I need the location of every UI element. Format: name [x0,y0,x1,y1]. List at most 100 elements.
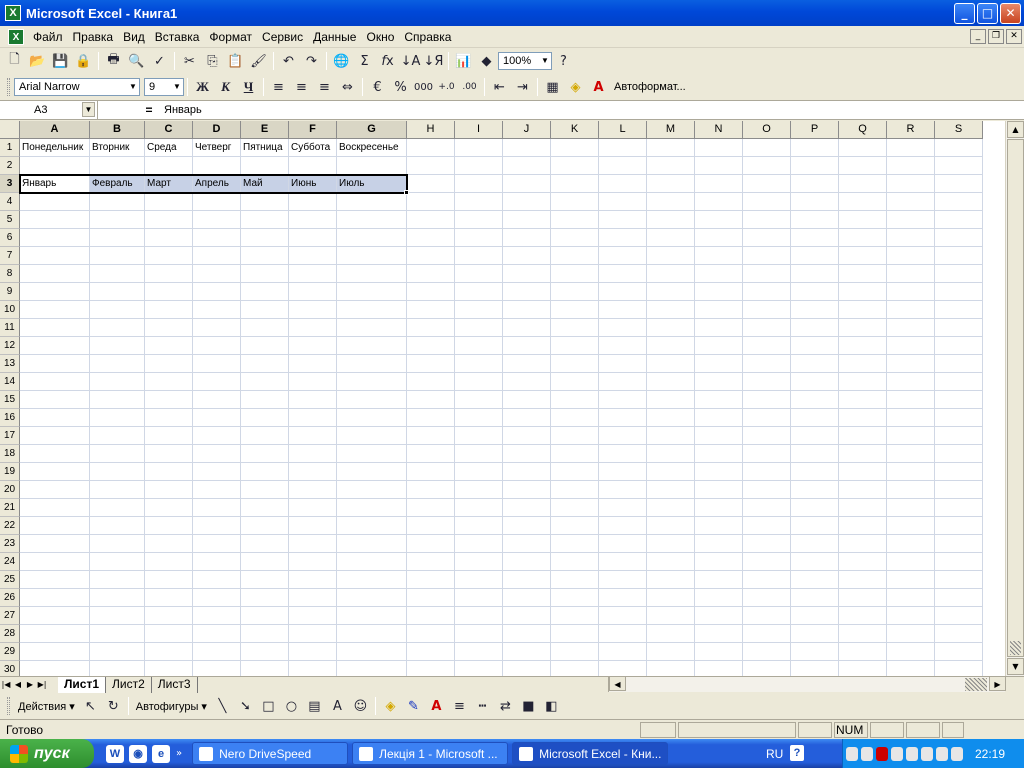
cell-j16[interactable] [503,409,551,427]
cell-s1[interactable] [935,139,983,157]
cell-o9[interactable] [743,283,791,301]
increase-decimal-icon[interactable]: +.0 [435,76,458,98]
cell-e2[interactable] [241,157,289,175]
cell-o29[interactable] [743,643,791,661]
cell-l23[interactable] [599,535,647,553]
cell-k8[interactable] [551,265,599,283]
scroll-down-icon[interactable]: ▼ [1007,658,1024,675]
cell-n23[interactable] [695,535,743,553]
cell-a11[interactable] [20,319,90,337]
cell-r29[interactable] [887,643,935,661]
row-header-27[interactable]: 27 [0,607,20,625]
cell-d15[interactable] [193,391,241,409]
chevron-down-icon[interactable]: ▼ [171,79,183,95]
textbox-icon[interactable]: ▤ [303,695,326,717]
cell-i7[interactable] [455,247,503,265]
cell-h4[interactable] [407,193,455,211]
cell-g9[interactable] [337,283,407,301]
cell-c15[interactable] [145,391,193,409]
cell-i10[interactable] [455,301,503,319]
cell-h9[interactable] [407,283,455,301]
cell-l1[interactable] [599,139,647,157]
cell-b3[interactable]: Февраль [90,175,145,193]
cell-g19[interactable] [337,463,407,481]
cell-r16[interactable] [887,409,935,427]
row-header-6[interactable]: 6 [0,229,20,247]
cell-k16[interactable] [551,409,599,427]
cell-p20[interactable] [791,481,839,499]
cell-i12[interactable] [455,337,503,355]
cell-e5[interactable] [241,211,289,229]
chrome-quicklaunch-icon[interactable]: ◉ [129,744,147,763]
percent-button[interactable]: % [389,76,412,98]
cell-i29[interactable] [455,643,503,661]
cell-l30[interactable] [599,661,647,676]
cell-n30[interactable] [695,661,743,676]
cell-d9[interactable] [193,283,241,301]
cell-l24[interactable] [599,553,647,571]
cell-q4[interactable] [839,193,887,211]
cell-e13[interactable] [241,355,289,373]
cell-r12[interactable] [887,337,935,355]
cell-p3[interactable] [791,175,839,193]
first-sheet-icon[interactable]: |◀ [0,678,12,692]
cell-h25[interactable] [407,571,455,589]
cell-d1[interactable]: Четверг [193,139,241,157]
cell-e4[interactable] [241,193,289,211]
cell-n24[interactable] [695,553,743,571]
cell-l9[interactable] [599,283,647,301]
cell-f27[interactable] [289,607,337,625]
menu-edit[interactable]: Правка [68,30,119,44]
cell-g25[interactable] [337,571,407,589]
doc-minimize-button[interactable]: _ [970,29,986,44]
cell-d19[interactable] [193,463,241,481]
cell-d6[interactable] [193,229,241,247]
cell-p8[interactable] [791,265,839,283]
format-painter-icon[interactable]: 🖌 [247,50,270,72]
cell-h24[interactable] [407,553,455,571]
row-header-25[interactable]: 25 [0,571,20,589]
cell-j25[interactable] [503,571,551,589]
cell-s4[interactable] [935,193,983,211]
cell-q23[interactable] [839,535,887,553]
cell-s8[interactable] [935,265,983,283]
cell-h6[interactable] [407,229,455,247]
cell-o6[interactable] [743,229,791,247]
cell-s5[interactable] [935,211,983,229]
cell-k18[interactable] [551,445,599,463]
cell-f9[interactable] [289,283,337,301]
cell-d11[interactable] [193,319,241,337]
cell-m17[interactable] [647,427,695,445]
cell-m19[interactable] [647,463,695,481]
cell-a2[interactable] [20,157,90,175]
line-style-icon[interactable]: ≡ [448,695,471,717]
menu-file[interactable]: Файл [28,30,68,44]
cell-c6[interactable] [145,229,193,247]
column-header-p[interactable]: P [791,121,839,139]
cell-i14[interactable] [455,373,503,391]
cell-i8[interactable] [455,265,503,283]
cell-a15[interactable] [20,391,90,409]
cell-r18[interactable] [887,445,935,463]
cell-r4[interactable] [887,193,935,211]
cell-i15[interactable] [455,391,503,409]
cell-n15[interactable] [695,391,743,409]
cell-b20[interactable] [90,481,145,499]
cell-a1[interactable]: Понедельник [20,139,90,157]
cell-a14[interactable] [20,373,90,391]
merge-center-icon[interactable]: ⇔ [336,76,359,98]
excel-icon[interactable]: X [5,5,21,21]
cell-e20[interactable] [241,481,289,499]
help-icon[interactable]: ? [552,50,575,72]
cell-n13[interactable] [695,355,743,373]
cell-b15[interactable] [90,391,145,409]
cell-p13[interactable] [791,355,839,373]
cell-l11[interactable] [599,319,647,337]
new-icon[interactable]: 🗋 [3,50,26,72]
cell-o11[interactable] [743,319,791,337]
cell-e27[interactable] [241,607,289,625]
doc-close-button[interactable]: ✕ [1006,29,1022,44]
cell-o12[interactable] [743,337,791,355]
cell-j19[interactable] [503,463,551,481]
cell-b17[interactable] [90,427,145,445]
